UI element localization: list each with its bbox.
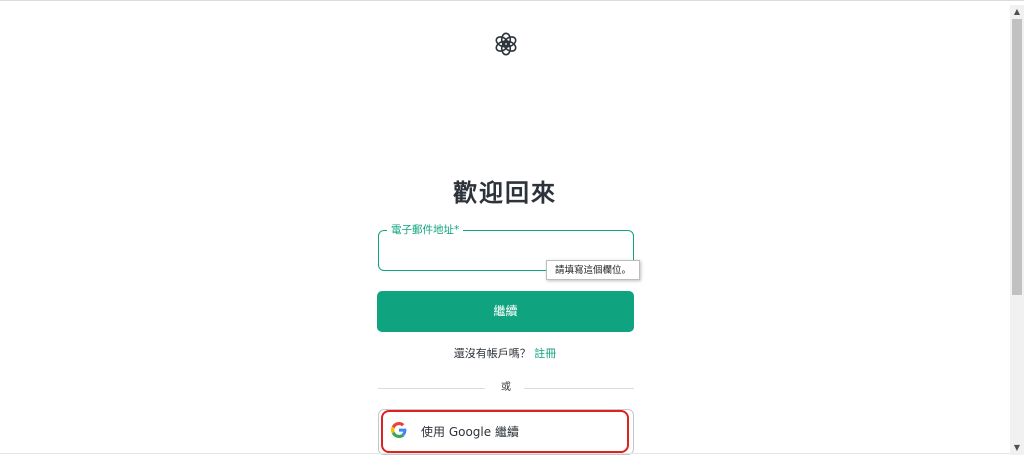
scroll-down-arrow-icon[interactable]: ▼: [1010, 441, 1024, 455]
continue-button[interactable]: 繼續: [377, 291, 634, 332]
email-field-label: 電子郵件地址*: [387, 223, 464, 237]
openai-logo-icon: [495, 32, 517, 56]
signup-prompt: 還沒有帳戶嗎？: [453, 347, 531, 360]
signup-link[interactable]: 註冊: [534, 347, 556, 360]
google-continue-label: 使用 Google 繼續: [421, 425, 519, 439]
page-title: 歡迎回來: [453, 179, 557, 207]
google-g-icon: [391, 422, 407, 438]
signup-row: 還沒有帳戶嗎？ 註冊: [0, 347, 1010, 361]
validation-tooltip: 請填寫這個欄位。: [546, 260, 641, 280]
scrollbar-thumb[interactable]: [1012, 19, 1022, 295]
divider-text: 或: [501, 382, 511, 393]
scroll-up-arrow-icon[interactable]: ▲: [1010, 5, 1024, 19]
divider-line-right: [524, 388, 634, 389]
divider-line-left: [378, 388, 485, 389]
browser-viewport: 歡迎回來 電子郵件地址* 請填寫這個欄位。 繼續 還沒有帳戶嗎？ 註冊 或 使用…: [0, 0, 1024, 455]
vertical-scrollbar[interactable]: ▲ ▼: [1010, 5, 1024, 455]
login-page: 歡迎回來 電子郵件地址* 請填寫這個欄位。 繼續 還沒有帳戶嗎？ 註冊 或 使用…: [0, 1, 1010, 455]
